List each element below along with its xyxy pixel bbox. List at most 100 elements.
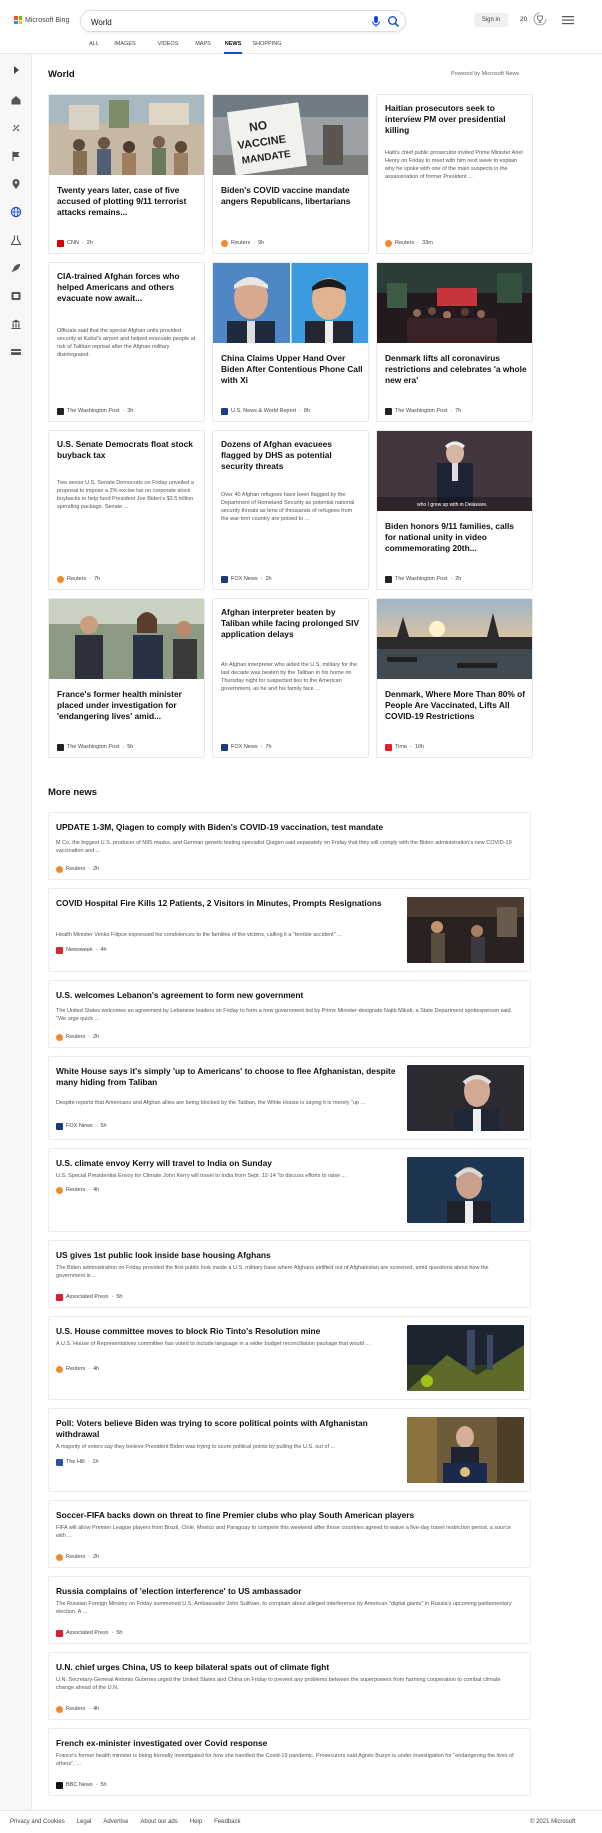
news-image-courtroom-sketch <box>49 95 204 175</box>
expand-chevron-icon[interactable] <box>10 64 22 76</box>
news-list-item[interactable]: U.S. welcomes Lebanon's agreement to for… <box>48 980 531 1048</box>
news-title[interactable]: U.S. welcomes Lebanon's agreement to for… <box>56 990 526 1001</box>
card-title[interactable]: Denmark, Where More Than 80% of People A… <box>385 689 527 722</box>
card-source: FOX News · 7h <box>221 743 272 751</box>
news-card[interactable]: Afghan interpreter beaten by Taliban whi… <box>212 598 369 758</box>
news-list-item[interactable]: Poll: Voters believe Biden was trying to… <box>48 1408 531 1492</box>
news-title[interactable]: U.N. chief urges China, US to keep bilat… <box>56 1662 526 1673</box>
sign-in-button[interactable]: Sign in <box>474 13 508 27</box>
news-list-item[interactable]: U.S. climate envoy Kerry will travel to … <box>48 1148 531 1232</box>
card-title[interactable]: U.S. Senate Democrats float stock buybac… <box>57 439 199 461</box>
card-source: U.S. News & World Report · 8h <box>221 407 310 415</box>
news-source: The Hill · 1h <box>56 1458 99 1466</box>
news-title[interactable]: US gives 1st public look inside base hou… <box>56 1250 526 1261</box>
source-time: 5h <box>100 1123 107 1129</box>
bank-icon[interactable] <box>10 318 22 330</box>
card-snippet: Haiti's chief public prosecutor invited … <box>385 150 523 180</box>
news-card[interactable]: China Claims Upper Hand Over Biden After… <box>212 262 369 422</box>
tab-videos[interactable]: VIDEOS <box>148 40 188 54</box>
footer-link-legal[interactable]: Legal <box>77 1819 92 1825</box>
news-card[interactable]: Dozens of Afghan evacuees flagged by DHS… <box>212 430 369 590</box>
tab-maps[interactable]: MAPS <box>192 40 214 54</box>
news-card[interactable]: U.S. Senate Democrats float stock buybac… <box>48 430 205 590</box>
money-icon[interactable] <box>10 346 22 358</box>
globe-icon[interactable] <box>10 206 22 218</box>
home-icon[interactable] <box>10 94 22 106</box>
footer-link-advertise[interactable]: Advertise <box>103 1819 128 1825</box>
news-list-item[interactable]: Russia complains of 'election interferen… <box>48 1576 531 1644</box>
source-time: 2h <box>455 576 462 582</box>
tab-images[interactable]: IMAGES <box>102 40 148 54</box>
flag-icon[interactable] <box>10 150 22 162</box>
news-list-item[interactable]: White House says it's simply 'up to Amer… <box>48 1056 531 1140</box>
news-card[interactable]: France's former health minister placed u… <box>48 598 205 758</box>
news-card[interactable]: CIA-trained Afghan forces who helped Ame… <box>48 262 205 422</box>
footer-link-help[interactable]: Help <box>190 1819 202 1825</box>
rewards-count[interactable]: 20 <box>520 16 527 23</box>
news-title[interactable]: U.S. climate envoy Kerry will travel to … <box>56 1158 396 1169</box>
search-icon[interactable] <box>387 15 400 28</box>
news-image-biden-xi <box>213 263 368 343</box>
news-card[interactable]: NO VACCINE MANDATE Biden's COVID vaccine… <box>212 94 369 254</box>
news-title[interactable]: White House says it's simply 'up to Amer… <box>56 1066 396 1088</box>
science-icon[interactable] <box>10 234 22 246</box>
hamburger-menu-icon[interactable] <box>562 15 574 25</box>
bing-logo[interactable]: Microsoft Bing <box>14 16 69 24</box>
news-card[interactable]: Denmark, Where More Than 80% of People A… <box>376 598 533 758</box>
news-title[interactable]: Soccer-FIFA backs down on threat to fine… <box>56 1510 526 1521</box>
source-time: 3h <box>127 408 134 414</box>
news-title[interactable]: Russia complains of 'election interferen… <box>56 1586 526 1597</box>
news-title[interactable]: Poll: Voters believe Biden was trying to… <box>56 1418 396 1440</box>
news-title[interactable]: U.S. House committee moves to block Rio … <box>56 1326 396 1337</box>
card-title[interactable]: China Claims Upper Hand Over Biden After… <box>221 353 363 386</box>
sparkle-icon[interactable] <box>10 122 22 134</box>
card-title[interactable]: Twenty years later, case of five accused… <box>57 185 199 218</box>
news-card[interactable]: who I grew up with in Delaware. Biden ho… <box>376 430 533 590</box>
washington-post-logo-icon <box>385 407 392 415</box>
news-list-item[interactable]: US gives 1st public look inside base hou… <box>48 1240 531 1308</box>
news-list-item[interactable]: COVID Hospital Fire Kills 12 Patients, 2… <box>48 888 531 972</box>
rewards-trophy-icon[interactable] <box>533 12 547 26</box>
film-icon[interactable] <box>10 290 22 302</box>
location-pin-icon[interactable] <box>10 178 22 190</box>
news-title[interactable]: French ex-minister investigated over Cov… <box>56 1738 526 1749</box>
news-card[interactable]: Denmark lifts all coronavirus restrictio… <box>376 262 533 422</box>
news-source: Reuters · 4h <box>56 1186 99 1194</box>
tab-shopping[interactable]: SHOPPING <box>252 40 282 54</box>
news-source: Associated Press · 5h <box>56 1629 122 1637</box>
card-title[interactable]: France's former health minister placed u… <box>57 689 199 722</box>
washington-post-logo-icon <box>385 575 392 583</box>
card-title[interactable]: Afghan interpreter beaten by Taliban whi… <box>221 607 363 640</box>
source-name: The Washington Post <box>67 408 120 414</box>
news-list-item[interactable]: Soccer-FIFA backs down on threat to fine… <box>48 1500 531 1568</box>
tab-news[interactable]: NEWS <box>224 40 242 54</box>
news-list-item[interactable]: UPDATE 1-3M, Qiagen to comply with Biden… <box>48 812 531 880</box>
source-time: 4h <box>93 1187 100 1193</box>
news-list-item[interactable]: U.S. House committee moves to block Rio … <box>48 1316 531 1400</box>
search-input[interactable] <box>91 16 291 28</box>
news-card[interactable]: Twenty years later, case of five accused… <box>48 94 205 254</box>
footer-link-privacy[interactable]: Privacy and Cookies <box>10 1819 65 1825</box>
card-title[interactable]: Denmark lifts all coronavirus restrictio… <box>385 353 527 386</box>
tab-all[interactable]: ALL <box>86 40 102 54</box>
card-title[interactable]: Biden's COVID vaccine mandate angers Rep… <box>221 185 363 207</box>
news-card[interactable]: Haitian prosecutors seek to interview PM… <box>376 94 533 254</box>
card-source: Reuters · 9h <box>221 239 264 247</box>
card-title[interactable]: CIA-trained Afghan forces who helped Ame… <box>57 271 199 304</box>
footer-link-about-ads[interactable]: About our ads <box>140 1819 177 1825</box>
news-title[interactable]: UPDATE 1-3M, Qiagen to comply with Biden… <box>56 822 526 833</box>
copyright: © 2021 Microsoft <box>530 1819 576 1825</box>
rocket-icon[interactable] <box>10 262 22 274</box>
card-title[interactable]: Haitian prosecutors seek to interview PM… <box>385 103 527 136</box>
microphone-icon[interactable] <box>370 15 382 28</box>
logo-text: Microsoft Bing <box>25 16 70 24</box>
card-title[interactable]: Dozens of Afghan evacuees flagged by DHS… <box>221 439 363 472</box>
news-list-item[interactable]: U.N. chief urges China, US to keep bilat… <box>48 1652 531 1720</box>
news-list-item[interactable]: French ex-minister investigated over Cov… <box>48 1728 531 1796</box>
washington-post-logo-icon <box>57 407 64 415</box>
news-source: Reuters · 4h <box>56 1705 99 1713</box>
source-name: The Washington Post <box>67 744 120 750</box>
news-title[interactable]: COVID Hospital Fire Kills 12 Patients, 2… <box>56 898 396 909</box>
footer-link-feedback[interactable]: Feedback <box>214 1819 240 1825</box>
card-title[interactable]: Biden honors 9/11 families, calls for na… <box>385 521 527 554</box>
